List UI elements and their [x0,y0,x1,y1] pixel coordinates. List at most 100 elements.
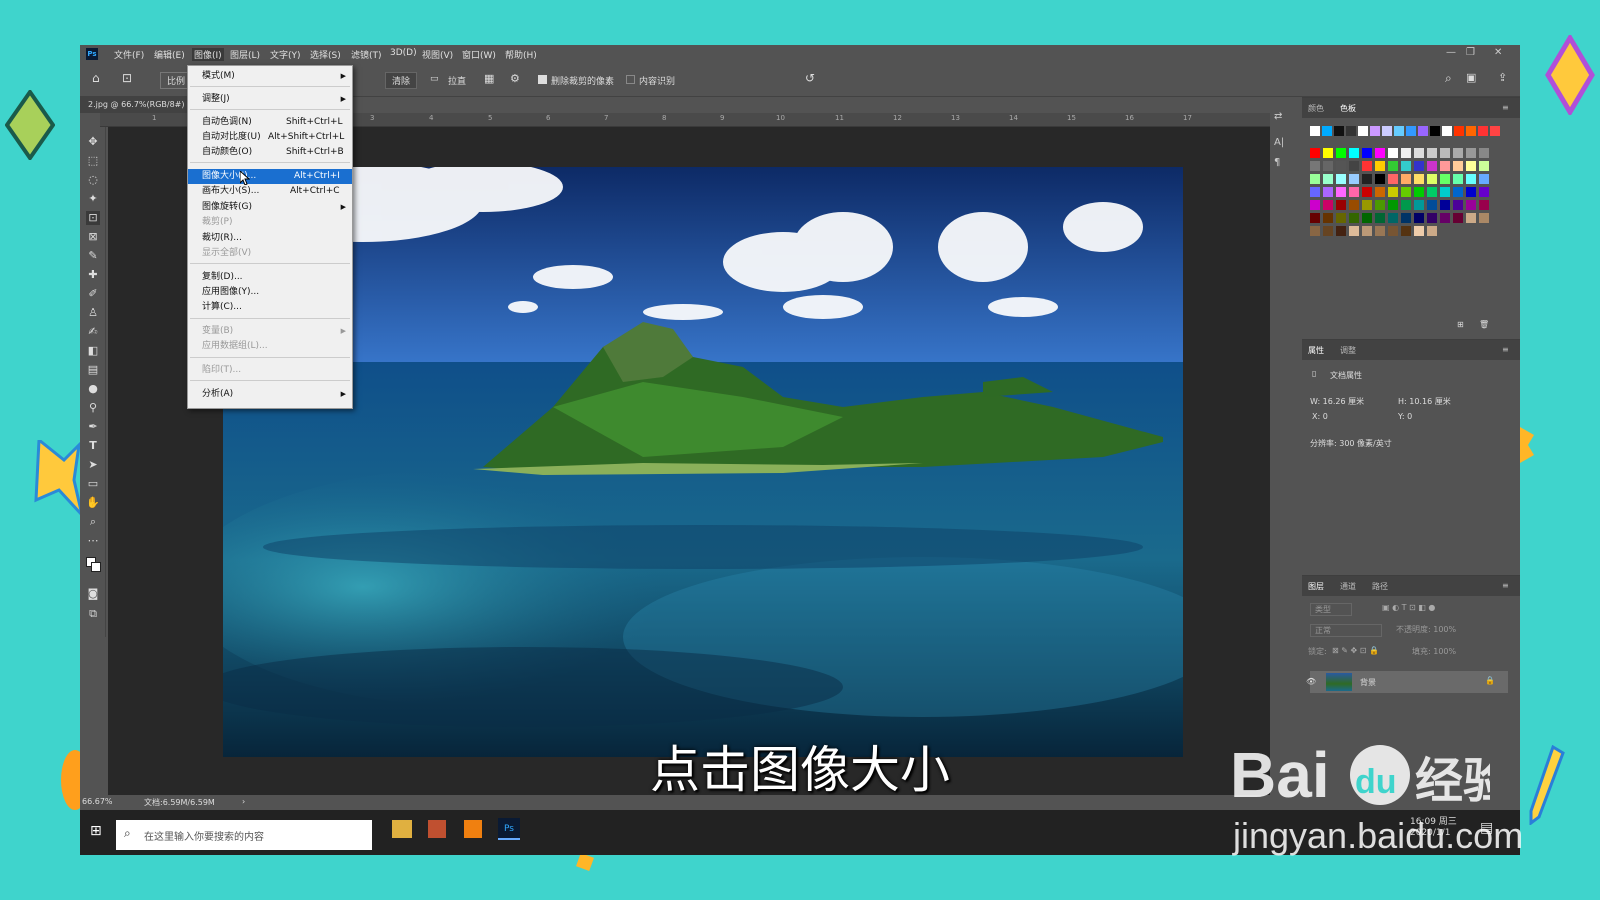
swatch[interactable] [1466,187,1476,197]
layer-row-background[interactable]: 👁 背景 🔒 [1306,671,1508,693]
menu-layer[interactable]: 图层(L) [230,48,260,61]
swatch[interactable] [1427,226,1437,236]
menu-item-image-rotation[interactable]: 图像旋转(G) ▶ [188,200,352,215]
swatch[interactable] [1362,148,1372,158]
swatch[interactable] [1479,161,1489,171]
swatch[interactable] [1414,226,1424,236]
menu-type[interactable]: 文字(Y) [270,48,301,61]
panel-menu-icon[interactable]: ≡ [1502,345,1509,354]
tab-properties[interactable]: 属性 [1308,345,1324,356]
menu-3d[interactable]: 3D(D) [390,48,417,58]
menu-item-image-size[interactable]: 图像大小(I)... Alt+Ctrl+I [188,169,352,184]
menu-edit[interactable]: 编辑(E) [154,48,185,61]
clear-button[interactable]: 清除 [385,72,418,89]
tab-channels[interactable]: 通道 [1340,581,1356,592]
swatch[interactable] [1430,126,1440,136]
swatch[interactable] [1427,187,1437,197]
swatch[interactable] [1362,213,1372,223]
history-panel-icon[interactable]: ⇄ [1274,111,1282,122]
swatch[interactable] [1370,126,1380,136]
y-value[interactable]: Y: 0 [1398,412,1412,421]
zoom-level[interactable]: 66.67% [82,797,113,806]
swatch[interactable] [1375,148,1385,158]
menu-window[interactable]: 窗口(W) [462,48,496,61]
layer-filter-kind[interactable]: 类型 [1310,603,1352,616]
menu-item-auto-tone[interactable]: 自动色调(N) Shift+Ctrl+L [188,115,352,130]
swatch[interactable] [1336,187,1346,197]
swatch[interactable] [1453,161,1463,171]
tab-color[interactable]: 颜色 [1308,103,1324,114]
layer-lock-icon[interactable]: 🔒 [1485,676,1495,685]
restore-icon[interactable]: ❐ [1466,47,1475,58]
swatch[interactable] [1440,200,1450,210]
swatch[interactable] [1427,200,1437,210]
swatch[interactable] [1440,148,1450,158]
crop-tool-icon[interactable]: ⊡ [122,71,132,85]
pen-tool-icon[interactable]: ✒ [86,420,100,434]
swatch[interactable] [1349,187,1359,197]
swatch[interactable] [1414,174,1424,184]
swatch[interactable] [1466,161,1476,171]
swatch[interactable] [1479,200,1489,210]
swatch[interactable] [1349,213,1359,223]
swatch[interactable] [1401,187,1411,197]
swatch[interactable] [1394,126,1404,136]
swatch[interactable] [1401,148,1411,158]
grid-overlay-icon[interactable]: ▦ [484,72,494,85]
delete-cropped-checkbox[interactable] [538,75,547,84]
swatch[interactable] [1414,200,1424,210]
swatch[interactable] [1310,148,1320,158]
stamp-tool-icon[interactable]: ♙ [86,306,100,320]
x-value[interactable]: X: 0 [1312,412,1328,421]
panel-menu-icon[interactable]: ≡ [1502,103,1509,112]
swatch[interactable] [1479,174,1489,184]
swatch[interactable] [1310,126,1320,136]
character-panel-icon[interactable]: A| [1274,137,1284,148]
menu-item-duplicate[interactable]: 复制(D)... [188,270,352,285]
swatch[interactable] [1310,213,1320,223]
swatch[interactable] [1479,187,1489,197]
swatch[interactable] [1336,161,1346,171]
swatch[interactable] [1427,161,1437,171]
quick-mask-icon[interactable]: ◙ [86,587,100,601]
share-icon[interactable]: ⇪ [1498,71,1507,84]
swatch[interactable] [1414,187,1424,197]
swatch[interactable] [1466,126,1476,136]
swatch[interactable] [1406,126,1416,136]
menu-item-calculations[interactable]: 计算(C)... [188,300,352,315]
path-selection-tool-icon[interactable]: ➤ [86,458,100,472]
swatch[interactable] [1310,226,1320,236]
home-icon[interactable]: ⌂ [92,71,100,85]
swatch[interactable] [1362,161,1372,171]
marquee-tool-icon[interactable]: ⬚ [86,154,100,168]
swatch[interactable] [1375,187,1385,197]
lock-icons[interactable]: ⊠ ✎ ✥ ⊡ 🔒 [1332,646,1379,655]
swatch[interactable] [1388,187,1398,197]
swatch[interactable] [1466,200,1476,210]
swatch[interactable] [1440,213,1450,223]
search-icon[interactable]: ⌕ [1445,71,1452,86]
new-swatch-icon[interactable]: ⊞ [1457,320,1464,329]
swatch[interactable] [1362,174,1372,184]
swatch[interactable] [1349,148,1359,158]
swatch[interactable] [1453,213,1463,223]
swatch[interactable] [1479,148,1489,158]
menu-help[interactable]: 帮助(H) [505,48,537,61]
swatch[interactable] [1414,148,1424,158]
swatch[interactable] [1388,200,1398,210]
swatch[interactable] [1440,174,1450,184]
app-icon[interactable]: Ps [86,48,98,60]
swatch[interactable] [1362,226,1372,236]
swatch[interactable] [1336,174,1346,184]
swatch[interactable] [1478,126,1488,136]
swatch[interactable] [1336,200,1346,210]
swatch[interactable] [1453,200,1463,210]
more-tools-icon[interactable]: ⋯ [86,534,100,548]
photoshop-taskbar-icon[interactable]: Ps [498,818,520,840]
document-tab[interactable]: 2.jpg @ 66.7%(RGB/8#) [80,97,190,113]
swatch[interactable] [1427,148,1437,158]
swatch[interactable] [1388,226,1398,236]
taskbar-search-box[interactable]: ⌕ 在这里输入你要搜索的内容 [116,820,372,850]
swatch[interactable] [1479,213,1489,223]
menu-item-adjustments[interactable]: 调整(J) ▶ [188,92,352,107]
